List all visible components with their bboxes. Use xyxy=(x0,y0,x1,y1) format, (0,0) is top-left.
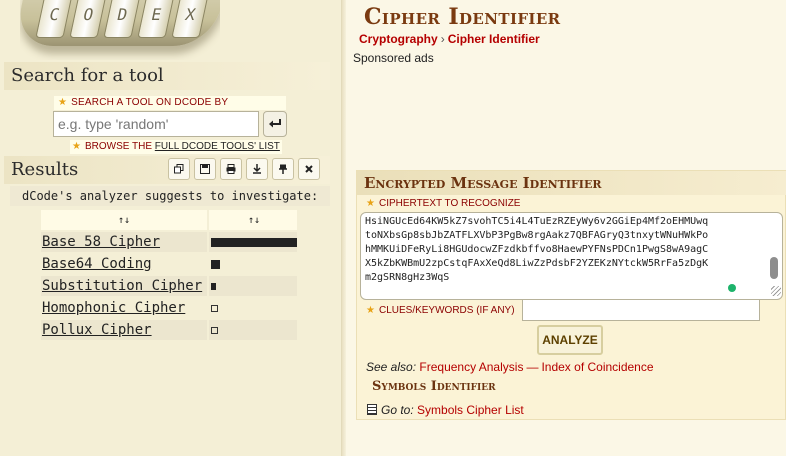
enter-arrow-icon xyxy=(269,119,281,128)
main-content: Cipher Identifier Cryptography › Cipher Id… xyxy=(346,0,786,456)
table-row: Base64 Coding xyxy=(41,254,297,274)
result-link[interactable]: Base 58 Cipher xyxy=(41,234,160,250)
ciphertext-line: HsiNGUcEd64KW5kZ7svohTC5i4L4TuEzRZEyWy6v… xyxy=(365,216,709,227)
symbols-identifier-title[interactable]: Symbols Identifier xyxy=(372,379,496,394)
print-icon xyxy=(226,164,236,174)
ciphertext-label: ★ CIPHERTEXT TO RECOGNIZE xyxy=(366,198,520,209)
ciphertext-line: m2gSRN8gHz3WqS xyxy=(365,272,450,283)
score-bar xyxy=(211,282,216,290)
browse-prefix: BROWSE THE xyxy=(84,141,153,152)
score-bar xyxy=(211,237,297,247)
breadcrumb: Cryptography › Cipher Identifier xyxy=(359,32,540,46)
table-row: Pollux Cipher xyxy=(41,320,297,340)
symbols-cipher-list-link[interactable]: Symbols Cipher List xyxy=(417,403,524,417)
breadcrumb-cipher-identifier[interactable]: Cipher Identifier xyxy=(448,32,540,46)
clues-label-text: CLUES/KEYWORDS (IF ANY) xyxy=(378,305,515,316)
score-bar xyxy=(211,326,218,334)
star-icon: ★ xyxy=(366,198,375,209)
star-icon: ★ xyxy=(72,141,81,152)
search-heading: Search for a tool xyxy=(4,62,330,90)
status-dot-icon xyxy=(728,284,736,292)
copy-icon xyxy=(174,164,184,174)
search-input[interactable] xyxy=(53,111,259,137)
see-also-separator: — xyxy=(526,360,539,374)
goto-label: Go to: xyxy=(381,403,414,417)
print-button[interactable] xyxy=(220,158,242,180)
search-go-button[interactable] xyxy=(263,111,287,137)
ciphertext-line: toNXbsGp8sbJbZATFLXVbP3PgBw8rgAakz7QBFAG… xyxy=(365,230,709,241)
table-row: Homophonic Cipher xyxy=(41,298,297,318)
results-table: ↑↓ ↑↓ Base 58 Cipher Base64 Coding Subst… xyxy=(41,208,297,342)
result-link[interactable]: Homophonic Cipher xyxy=(41,300,185,316)
sponsored-ads-label: Sponsored ads xyxy=(353,51,434,65)
star-icon: ★ xyxy=(366,305,375,316)
result-link[interactable]: Base64 Coding xyxy=(41,256,152,272)
analyze-button[interactable]: ANALYZE xyxy=(537,325,603,355)
browse-line: ★ BROWSE THE FULL DCODE TOOLS' LIST xyxy=(70,140,282,154)
close-button[interactable] xyxy=(298,158,320,180)
ciphertext-scrollbar[interactable] xyxy=(770,219,778,295)
result-link[interactable]: Pollux Cipher xyxy=(41,322,152,338)
analyzer-suggestion: dCode's analyzer suggests to investigate… xyxy=(10,186,330,206)
sidebar: C O D E X Search for a tool ★ SEARCH A TO… xyxy=(0,0,342,456)
result-link[interactable]: Substitution Cipher xyxy=(41,278,202,294)
table-row: Base 58 Cipher xyxy=(41,232,297,252)
ciphertext-line: hMMKUiDFeRyLi8HGUdocwZFzdkbffvo8HaewPYFN… xyxy=(365,244,709,255)
download-button[interactable] xyxy=(246,158,268,180)
clues-label: ★ CLUES/KEYWORDS (IF ANY) xyxy=(366,305,515,316)
resize-handle[interactable] xyxy=(771,286,781,296)
pin-icon xyxy=(279,164,287,174)
score-bar xyxy=(211,304,218,312)
page-title: Cipher Identifier xyxy=(364,4,561,30)
ciphertext-label-text: CIPHERTEXT TO RECOGNIZE xyxy=(378,198,521,209)
dcode-logo[interactable]: C O D E X xyxy=(20,0,220,60)
frequency-analysis-link[interactable]: Frequency Analysis xyxy=(419,360,523,374)
score-bar xyxy=(211,259,220,269)
star-icon: ★ xyxy=(58,97,68,108)
tool-title: Encrypted Message Identifier xyxy=(357,171,786,195)
breadcrumb-separator: › xyxy=(440,32,445,46)
ciphertext-textarea[interactable]: HsiNGUcEd64KW5kZ7svohTC5i4L4TuEzRZEyWy6v… xyxy=(360,212,783,300)
copy-button[interactable] xyxy=(168,158,190,180)
search-label: ★SEARCH A TOOL ON DCODE BY KEYWORDS: xyxy=(54,96,286,122)
full-tools-list-link[interactable]: FULL DCODE TOOLS' LIST xyxy=(155,141,280,152)
download-icon xyxy=(253,164,261,174)
save-icon xyxy=(200,164,210,174)
encrypted-message-identifier-panel: Encrypted Message Identifier ★ CIPHERTEXT… xyxy=(356,170,786,420)
see-also-label: See also: xyxy=(366,360,417,374)
scrollbar-thumb[interactable] xyxy=(770,257,778,279)
index-of-coincidence-link[interactable]: Index of Coincidence xyxy=(541,360,653,374)
ciphertext-line: X5kZbKWBmU2zpCstqFAxXeQd8LiwZzPdsbF2YZEK… xyxy=(365,258,709,269)
table-row: Substitution Cipher xyxy=(41,276,297,296)
save-button[interactable] xyxy=(194,158,216,180)
sort-score-header[interactable]: ↑↓ xyxy=(207,210,297,230)
close-icon xyxy=(305,165,313,173)
sort-name-header[interactable]: ↑↓ xyxy=(41,210,207,230)
goto-line: Go to: Symbols Cipher List xyxy=(367,403,524,417)
see-also-line: See also: Frequency Analysis — Index of Co… xyxy=(366,360,654,374)
results-toolbar xyxy=(168,158,320,180)
pin-button[interactable] xyxy=(272,158,294,180)
clues-input[interactable] xyxy=(522,299,760,321)
list-icon xyxy=(367,404,377,415)
breadcrumb-cryptography[interactable]: Cryptography xyxy=(359,32,438,46)
